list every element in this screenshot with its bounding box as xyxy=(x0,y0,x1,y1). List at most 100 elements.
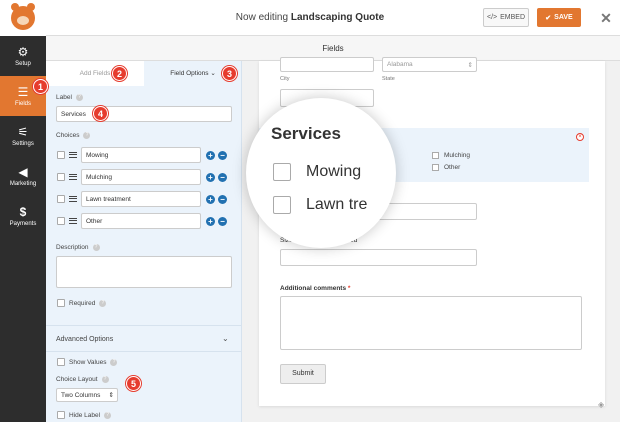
city-sublabel: City xyxy=(280,76,290,82)
state-sublabel: State xyxy=(382,76,395,82)
magnifier-option: Mowing xyxy=(273,163,361,181)
show-values-label: Show Values? xyxy=(69,359,118,367)
help-icon: ? xyxy=(92,244,100,251)
dollar-icon: $ xyxy=(19,204,27,219)
choice-input[interactable]: Other xyxy=(81,213,201,229)
state-select[interactable]: Alabama ⇕ xyxy=(382,57,477,72)
choice-layout-heading: Choice Layout? xyxy=(56,376,109,383)
show-values-checkbox[interactable] xyxy=(57,358,65,366)
remove-choice-icon[interactable]: − xyxy=(218,195,227,204)
nav-item-settings[interactable]: ⚟ Settings xyxy=(0,116,46,156)
choice-default-checkbox[interactable] xyxy=(57,217,65,225)
nav-item-marketing[interactable]: ◀ Marketing xyxy=(0,156,46,196)
chevron-down-icon: ⌄ xyxy=(222,334,229,343)
show-values-text: Show Values xyxy=(69,359,107,367)
remove-choice-icon[interactable]: − xyxy=(218,173,227,182)
add-choice-icon[interactable]: + xyxy=(206,173,215,182)
label-heading: Label? xyxy=(56,94,83,101)
top-bar: Now editing Landscaping Quote </> EMBED … xyxy=(0,0,620,36)
choice-default-checkbox[interactable] xyxy=(57,195,65,203)
label-input[interactable]: Services xyxy=(56,106,232,122)
nav-label-setup: Setup xyxy=(15,60,31,67)
tab-add-fields[interactable]: Add Fields xyxy=(46,61,144,86)
choice-input[interactable]: Mowing xyxy=(81,147,201,163)
gear-icon: ⚙ xyxy=(17,44,29,59)
drag-handle-icon[interactable] xyxy=(69,174,77,180)
option-label: Other xyxy=(444,164,461,172)
drag-handle-icon[interactable] xyxy=(69,218,77,224)
save-label: SAVE xyxy=(554,14,573,21)
description-heading-text: Description xyxy=(56,244,89,252)
resize-handle-icon[interactable]: ◈ xyxy=(598,400,604,409)
description-textarea[interactable] xyxy=(56,256,232,288)
title-prefix: Now editing xyxy=(235,12,289,23)
delete-field-icon[interactable]: × xyxy=(576,133,584,141)
hide-label-checkbox[interactable] xyxy=(57,411,65,419)
step-badge-5: 5 xyxy=(126,376,141,391)
save-button[interactable]: ✔ SAVE xyxy=(537,8,581,27)
help-icon: ? xyxy=(75,94,83,101)
remove-choice-icon[interactable]: − xyxy=(218,217,227,226)
field-options-panel: Add Fields Field Options ⌄ Label? Servic… xyxy=(46,61,242,422)
close-icon[interactable]: ✕ xyxy=(596,8,616,28)
step-badge-3: 3 xyxy=(222,66,237,81)
submit-button[interactable]: Submit xyxy=(280,364,326,384)
magnifier-option-label: Lawn tre xyxy=(306,196,368,213)
list-icon: ☰ xyxy=(17,84,29,99)
drag-handle-icon[interactable] xyxy=(69,152,77,158)
choice-layout-value: Two Columns xyxy=(61,391,101,399)
add-choice-icon[interactable]: + xyxy=(206,195,215,204)
comments-label-text: Additional comments xyxy=(280,285,347,292)
megaphone-icon: ◀ xyxy=(18,164,28,179)
comments-textarea[interactable] xyxy=(280,296,582,350)
zoom-magnifier: Services Mowing Lawn tre xyxy=(246,98,396,248)
advanced-options-label: Advanced Options xyxy=(56,336,114,343)
choice-input[interactable]: Mulching xyxy=(81,169,201,185)
choice-default-checkbox[interactable] xyxy=(57,173,65,181)
help-icon: ? xyxy=(101,376,109,383)
advanced-options-toggle[interactable]: Advanced Options ⌄ xyxy=(46,325,242,352)
magnifier-checkbox xyxy=(273,196,291,214)
step-badge-4: 4 xyxy=(93,106,108,121)
embed-button[interactable]: </> EMBED xyxy=(483,8,529,27)
comments-label: Additional comments * xyxy=(280,285,350,292)
magnifier-title: Services xyxy=(271,124,341,143)
step-badge-1: 1 xyxy=(33,79,48,94)
drag-handle-icon[interactable] xyxy=(69,196,77,202)
city-input[interactable] xyxy=(280,57,374,72)
choices-heading-text: Choices xyxy=(56,132,80,140)
required-checkbox[interactable] xyxy=(57,299,65,307)
magnifier-checkbox xyxy=(273,163,291,181)
remove-choice-icon[interactable]: − xyxy=(218,151,227,160)
help-icon: ? xyxy=(110,359,118,366)
panel-tabs: Add Fields Field Options ⌄ xyxy=(46,61,241,86)
label-heading-text: Label xyxy=(56,94,72,102)
nav-item-setup[interactable]: ⚙ Setup xyxy=(0,36,46,76)
option-checkbox[interactable] xyxy=(432,152,439,159)
embed-label: EMBED xyxy=(500,14,526,21)
nav-item-payments[interactable]: $ Payments xyxy=(0,196,46,236)
add-choice-icon[interactable]: + xyxy=(206,217,215,226)
select-arrows-icon: ⇕ xyxy=(108,392,114,399)
choice-default-checkbox[interactable] xyxy=(57,151,65,159)
option-mulching[interactable]: Mulching xyxy=(432,152,470,159)
option-label: Mulching xyxy=(444,152,471,160)
option-checkbox[interactable] xyxy=(432,164,439,171)
help-icon: ? xyxy=(104,412,112,419)
required-label: Required? xyxy=(69,300,107,307)
choice-input[interactable]: Lawn treatment xyxy=(81,191,201,207)
mulch-size-input[interactable] xyxy=(280,249,477,266)
sliders-icon: ⚟ xyxy=(17,124,29,139)
help-icon: ? xyxy=(83,132,91,139)
required-star: * xyxy=(347,285,351,292)
nav-label-fields: Fields xyxy=(14,100,31,107)
description-heading: Description? xyxy=(56,244,100,251)
code-icon: </> xyxy=(486,14,498,21)
add-choice-icon[interactable]: + xyxy=(206,151,215,160)
choice-layout-select[interactable]: Two Columns ⇕ xyxy=(56,388,118,402)
nav-label-marketing: Marketing xyxy=(9,180,37,187)
nav-label-settings: Settings xyxy=(12,140,34,147)
choice-layout-text: Choice Layout xyxy=(56,376,98,384)
option-other[interactable]: Other xyxy=(432,164,460,171)
form-name: Landscaping Quote xyxy=(290,12,385,23)
